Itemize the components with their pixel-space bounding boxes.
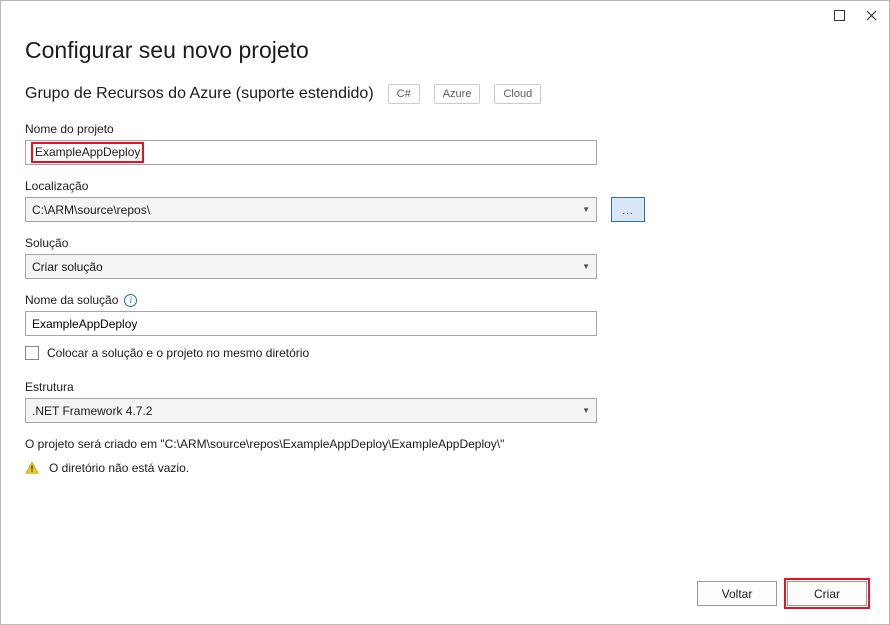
back-button[interactable]: Voltar: [697, 581, 777, 606]
project-type-subtitle: Grupo de Recursos do Azure (suporte este…: [25, 85, 374, 103]
chevron-down-icon: ▼: [582, 262, 590, 271]
project-name-input[interactable]: ExampleAppDeploy: [25, 140, 597, 165]
solution-name-label: Nome da solução: [25, 293, 118, 307]
location-combo[interactable]: C:\ARM\source\repos\ ▼: [25, 197, 597, 222]
tag-azure: Azure: [434, 84, 481, 104]
warning-message: O diretório não está vazio.: [49, 461, 189, 475]
solution-combo[interactable]: Criar solução ▼: [25, 254, 597, 279]
created-in-message: O projeto será criado em "C:\ARM\source\…: [25, 437, 865, 451]
project-name-label: Nome do projeto: [25, 122, 865, 136]
framework-label: Estrutura: [25, 380, 865, 394]
tag-csharp: C#: [388, 84, 420, 104]
same-directory-checkbox[interactable]: [25, 346, 39, 360]
maximize-button[interactable]: [829, 5, 849, 25]
solution-value: Criar solução: [32, 260, 103, 274]
solution-label: Solução: [25, 236, 865, 250]
chevron-down-icon: ▼: [582, 406, 590, 415]
info-icon[interactable]: i: [124, 294, 137, 307]
create-button[interactable]: Criar: [787, 581, 867, 606]
solution-name-input[interactable]: [25, 311, 597, 336]
browse-button[interactable]: ...: [611, 197, 645, 222]
framework-combo[interactable]: .NET Framework 4.7.2 ▼: [25, 398, 597, 423]
tag-cloud: Cloud: [494, 84, 541, 104]
framework-value: .NET Framework 4.7.2: [32, 404, 152, 418]
same-directory-label: Colocar a solução e o projeto no mesmo d…: [47, 346, 309, 360]
page-title: Configurar seu novo projeto: [25, 37, 865, 64]
location-label: Localização: [25, 179, 865, 193]
chevron-down-icon: ▼: [582, 205, 590, 214]
close-button[interactable]: [861, 5, 881, 25]
warning-icon: [25, 461, 39, 475]
location-value: C:\ARM\source\repos\: [32, 203, 150, 217]
project-name-value: ExampleAppDeploy: [31, 142, 144, 163]
